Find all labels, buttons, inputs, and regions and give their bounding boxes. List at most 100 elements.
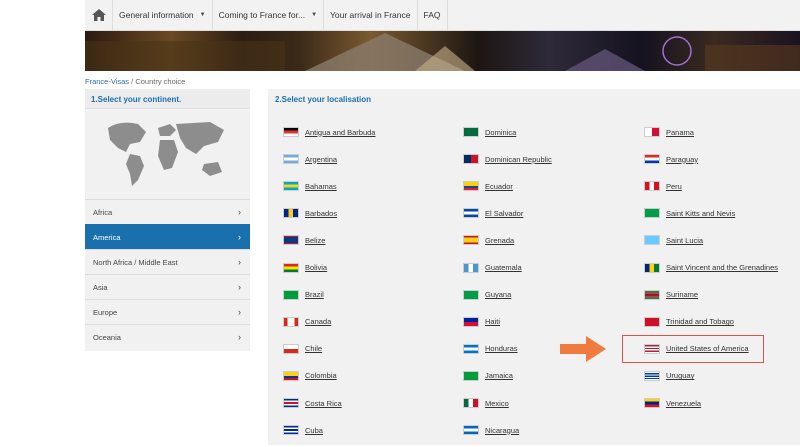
country-link[interactable]: Venezuela xyxy=(644,398,701,408)
breadcrumb-link[interactable]: France-Visas xyxy=(85,77,129,86)
country-link[interactable]: Uruguay xyxy=(644,370,694,381)
continent-item[interactable]: North Africa / Middle East › xyxy=(85,249,250,274)
nav-item-label: Coming to France for... xyxy=(218,10,306,20)
flag-icon xyxy=(283,154,299,165)
country-link[interactable]: Suriname xyxy=(644,289,698,300)
flag-icon xyxy=(463,235,479,246)
nav-item-3[interactable]: FAQ xyxy=(418,0,448,30)
continent-label: Asia xyxy=(93,282,108,292)
country-name: Haiti xyxy=(485,317,501,327)
flag-icon xyxy=(644,398,660,408)
chevron-down-icon: ▼ xyxy=(199,12,206,18)
country-link[interactable]: Panama xyxy=(644,127,694,137)
flag-icon xyxy=(283,425,299,436)
country-link[interactable]: Guyana xyxy=(463,289,511,300)
chevron-down-icon: ▼ xyxy=(311,12,318,18)
highlight-box xyxy=(622,335,764,363)
continent-label: Africa xyxy=(93,207,113,217)
continent-label: America xyxy=(93,232,121,242)
country-link[interactable]: Dominican Republic xyxy=(463,154,552,165)
continent-item[interactable]: America › xyxy=(85,224,250,249)
flag-icon xyxy=(283,398,299,408)
chevron-right-icon: › xyxy=(238,232,241,242)
country-link[interactable]: Guatemala xyxy=(463,262,522,273)
header-banner-image xyxy=(85,31,800,71)
country-link[interactable]: Dominica xyxy=(463,127,516,137)
country-link[interactable]: Saint Vincent and the Grenadines xyxy=(644,262,779,273)
country-link[interactable]: Canada xyxy=(283,316,332,327)
country-link[interactable]: Honduras xyxy=(463,343,518,354)
country-name: Grenada xyxy=(485,235,515,245)
flag-icon xyxy=(463,154,479,165)
continent-item[interactable]: Africa › xyxy=(85,199,250,224)
country-name: Antigua and Barbuda xyxy=(305,127,376,137)
country-name: Chile xyxy=(305,344,323,354)
country-link[interactable]: Haiti xyxy=(463,316,501,327)
nav-item-label: General information xyxy=(119,10,194,20)
home-icon[interactable] xyxy=(85,0,113,30)
country-link[interactable]: Jamaica xyxy=(463,370,513,381)
flag-icon xyxy=(283,343,299,354)
country-link[interactable]: Saint Kitts and Nevis xyxy=(644,208,735,219)
country-link[interactable]: Brazil xyxy=(283,289,324,300)
top-nav: General information ▼ Coming to France for… xyxy=(85,0,800,31)
flag-icon xyxy=(283,235,299,246)
chevron-right-icon: › xyxy=(238,257,241,267)
country-name: Costa Rica xyxy=(305,398,342,408)
country-link[interactable]: Belize xyxy=(283,235,326,246)
country-link[interactable]: Bahamas xyxy=(283,181,337,192)
nav-item-2[interactable]: Your arrival in France xyxy=(324,0,418,30)
flag-icon xyxy=(463,262,479,273)
country-name: Jamaica xyxy=(485,371,513,381)
country-link[interactable]: Bolivia xyxy=(283,262,328,273)
flag-icon xyxy=(644,235,660,246)
flag-icon xyxy=(283,127,299,137)
country-link[interactable]: Saint Lucia xyxy=(644,235,703,246)
chevron-right-icon: › xyxy=(238,282,241,292)
country-name: Bolivia xyxy=(305,263,328,272)
country-link[interactable]: Mexico xyxy=(463,398,509,408)
country-name: Brazil xyxy=(305,290,324,300)
continent-label: North Africa / Middle East xyxy=(93,257,178,267)
continent-panel-title: 1.Select your continent. xyxy=(85,89,250,109)
localisation-panel-title: 2.Select your localisation xyxy=(275,95,372,104)
country-name: Honduras xyxy=(485,344,518,354)
country-link[interactable]: Barbados xyxy=(283,208,337,219)
country-link[interactable]: Antigua and Barbuda xyxy=(283,127,375,137)
country-link[interactable]: El Salvador xyxy=(463,208,524,219)
country-link[interactable]: Costa Rica xyxy=(283,398,342,408)
country-name: Belize xyxy=(305,235,326,245)
country-name: Guatemala xyxy=(485,263,522,272)
country-link[interactable]: Grenada xyxy=(463,235,515,246)
flag-icon xyxy=(463,289,479,300)
country-name: Bahamas xyxy=(305,181,337,191)
continent-item[interactable]: Asia › xyxy=(85,274,250,299)
nav-item-label: Your arrival in France xyxy=(330,10,411,20)
country-link[interactable]: Trinidad and Tobago xyxy=(644,316,734,327)
country-link[interactable]: Chile xyxy=(283,343,323,354)
country-link[interactable]: Ecuador xyxy=(463,181,513,192)
country-link[interactable]: Argentina xyxy=(283,154,337,165)
flag-icon xyxy=(283,208,299,219)
flag-icon xyxy=(644,262,660,273)
flag-icon xyxy=(283,181,299,192)
flag-icon xyxy=(644,208,660,219)
country-name: Saint Vincent and the Grenadines xyxy=(666,263,779,272)
country-link[interactable]: Peru xyxy=(644,181,682,192)
continent-item[interactable]: Oceania › xyxy=(85,324,250,349)
country-name: El Salvador xyxy=(485,208,524,218)
flag-icon xyxy=(644,181,660,192)
country-link[interactable]: Paraguay xyxy=(644,154,698,165)
continent-label: Europe xyxy=(93,307,118,317)
flag-icon xyxy=(463,370,479,381)
country-link[interactable]: Cuba xyxy=(283,425,323,436)
nav-item-1[interactable]: Coming to France for... ▼ xyxy=(213,0,325,30)
flag-icon xyxy=(463,425,479,436)
country-name: Cuba xyxy=(305,425,323,435)
country-link[interactable]: Colombia xyxy=(283,370,337,381)
country-name: Canada xyxy=(305,317,332,327)
chevron-right-icon: › xyxy=(238,207,241,217)
continent-item[interactable]: Europe › xyxy=(85,299,250,324)
nav-item-0[interactable]: General information ▼ xyxy=(113,0,213,30)
country-link[interactable]: Nicaragua xyxy=(463,425,519,436)
